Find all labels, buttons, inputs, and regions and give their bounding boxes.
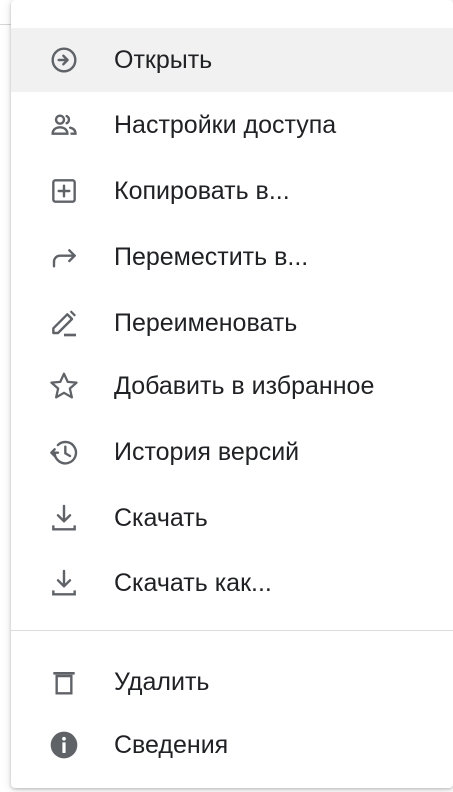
menu-item-rename[interactable]: Переименовать <box>11 291 453 355</box>
menu-divider <box>11 630 453 631</box>
move-arrow-icon <box>48 241 80 273</box>
menu-item-label: История версий <box>114 438 300 466</box>
copy-plus-icon <box>48 175 80 207</box>
share-people-icon <box>48 109 80 141</box>
trash-icon <box>48 666 80 698</box>
download-icon <box>48 502 80 534</box>
menu-item-share[interactable]: Настройки доступа <box>11 93 453 157</box>
menu-item-delete[interactable]: Удалить <box>11 650 453 714</box>
star-icon <box>48 370 80 402</box>
menu-item-label: Добавить в избранное <box>114 372 375 400</box>
menu-item-download[interactable]: Скачать <box>11 486 453 550</box>
menu-item-add-to-starred[interactable]: Добавить в избранное <box>11 354 453 418</box>
menu-item-label: Открыть <box>114 46 213 74</box>
menu-item-open[interactable]: Открыть <box>11 28 453 92</box>
menu-item-version-history[interactable]: История версий <box>11 420 453 484</box>
menu-item-label: Переименовать <box>114 309 298 337</box>
context-menu: Открыть Настройки доступа Копировать в..… <box>11 0 453 788</box>
menu-item-copy-to[interactable]: Копировать в... <box>11 159 453 223</box>
menu-item-label: Копировать в... <box>114 177 290 205</box>
info-icon <box>48 729 80 761</box>
menu-item-label: Сведения <box>114 731 229 759</box>
menu-item-label: Настройки доступа <box>114 111 337 139</box>
menu-item-label: Удалить <box>114 668 210 696</box>
menu-item-move-to[interactable]: Переместить в... <box>11 225 453 289</box>
menu-item-details[interactable]: Сведения <box>11 713 453 777</box>
menu-item-label: Скачать как... <box>114 569 272 597</box>
menu-item-label: Скачать <box>114 504 208 532</box>
download-as-icon <box>48 567 80 599</box>
menu-item-download-as[interactable]: Скачать как... <box>11 551 453 615</box>
open-arrow-icon <box>48 44 80 76</box>
menu-item-label: Переместить в... <box>114 243 309 271</box>
version-history-icon <box>48 436 80 468</box>
rename-pencil-icon <box>48 307 80 339</box>
